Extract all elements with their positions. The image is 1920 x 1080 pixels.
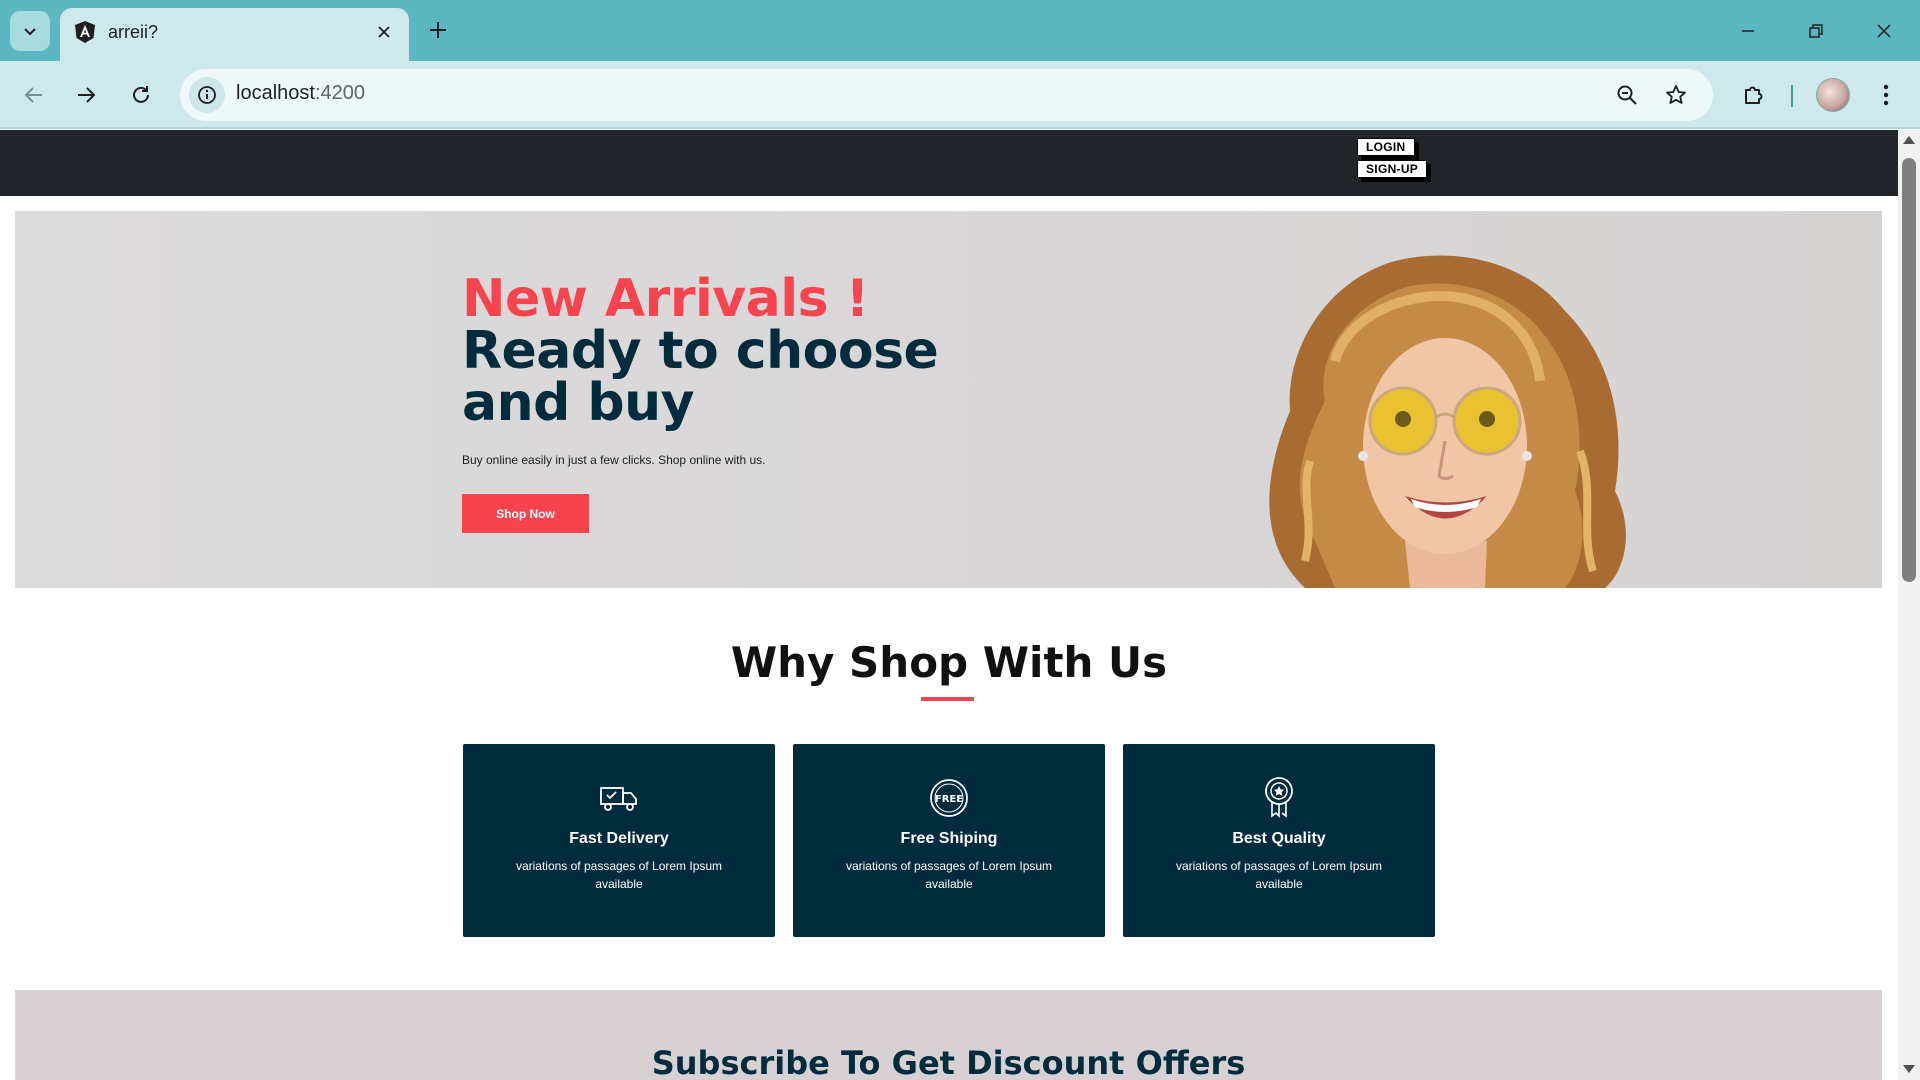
hero-heading-line-1: Ready to choose [462,321,939,381]
subscribe-section: Subscribe To Get Discount Offers [15,990,1882,1080]
browser-menu-button[interactable] [1869,78,1903,112]
profile-avatar[interactable] [1816,78,1850,112]
shop-now-button[interactable]: Shop Now [462,494,589,533]
minimize-icon [1742,30,1754,32]
feature-card-title: Free Shiping [900,830,998,847]
back-button[interactable] [16,77,52,113]
login-button[interactable]: LOGIN [1357,138,1415,156]
extensions-button[interactable] [1737,78,1771,112]
feature-card-text: variations of passages of Lorem Ipsum av… [1175,859,1383,891]
toolbar-separator [1791,85,1793,107]
angular-logo-icon [75,21,95,43]
hero-banner: New Arrivals ! Ready to choose and buy B… [15,211,1882,588]
url-host: localhost [236,82,315,104]
feature-card-best-quality: Best Quality variations of passages of L… [1123,744,1435,937]
page-scrollbar[interactable] [1898,130,1920,1080]
plus-icon [430,22,446,38]
hero-subtitle: Buy online easily in just a few clicks. … [462,453,766,467]
quality-award-icon [1259,777,1299,818]
arrow-right-icon [78,87,96,103]
scroll-down-arrow-icon[interactable] [1903,1065,1915,1073]
hero-heading: New Arrivals ! Ready to choose and buy [462,269,939,433]
tab-close-button[interactable] [372,20,396,44]
tab-title: arreii? [108,22,159,42]
feature-card-title: Best Quality [1232,830,1326,847]
hero-accent-text: New Arrivals ! [462,269,869,329]
hero-model-photo [1269,255,1626,588]
signup-button[interactable]: SIGN-UP [1357,160,1428,178]
zoom-button[interactable] [1613,81,1641,109]
reload-button[interactable] [123,77,159,113]
bookmark-button[interactable] [1662,81,1690,109]
browser-toolbar: localhost:4200 [0,61,1920,129]
restore-button[interactable] [1799,14,1833,48]
delivery-truck-icon [599,778,639,818]
address-bar[interactable]: localhost:4200 [180,69,1713,121]
new-tab-button[interactable] [424,16,452,44]
why-shop-heading: Why Shop With Us [730,638,1168,687]
star-icon [1666,85,1686,104]
feature-card-free-shipping: FREE Free Shiping variations of passages… [793,744,1105,937]
minimize-button[interactable] [1731,14,1765,48]
heading-underline [921,697,974,701]
restore-icon [1809,24,1823,38]
tab-search-button[interactable] [10,11,50,51]
zoom-out-icon [1617,85,1637,105]
reload-icon [133,86,149,103]
browser-tab[interactable]: arreii? [60,8,409,61]
feature-card-text: variations of passages of Lorem Ipsum av… [845,859,1053,891]
site-info-button[interactable] [189,77,225,113]
browser-tab-strip: arreii? [0,0,1920,61]
free-badge-icon: FREE [929,778,969,818]
url-text: localhost:4200 [236,82,365,105]
scrollbar-thumb[interactable] [1902,158,1916,582]
page-viewport: LOGIN SIGN-UP New Arrivals ! Ready to ch… [0,130,1898,1080]
url-port: :4200 [314,82,365,104]
close-icon [1877,24,1891,38]
arrow-left-icon [24,87,42,103]
feature-card-fast-delivery: Fast Delivery variations of passages of … [463,744,775,937]
subscribe-heading: Subscribe To Get Discount Offers [651,1044,1246,1080]
site-navbar: LOGIN SIGN-UP [0,130,1898,196]
close-icon [378,26,390,38]
feature-card-title: Fast Delivery [569,830,669,847]
feature-card-text: variations of passages of Lorem Ipsum av… [515,859,723,891]
window-close-button[interactable] [1867,14,1901,48]
hero-heading-line-2: and buy [462,373,695,433]
puzzle-icon [1745,86,1763,104]
info-icon [198,86,216,104]
svg-text:FREE: FREE [935,794,963,805]
scroll-up-arrow-icon[interactable] [1903,136,1915,144]
chevron-down-icon [24,28,36,36]
forward-button[interactable] [68,77,104,113]
more-vertical-icon [1883,84,1889,106]
